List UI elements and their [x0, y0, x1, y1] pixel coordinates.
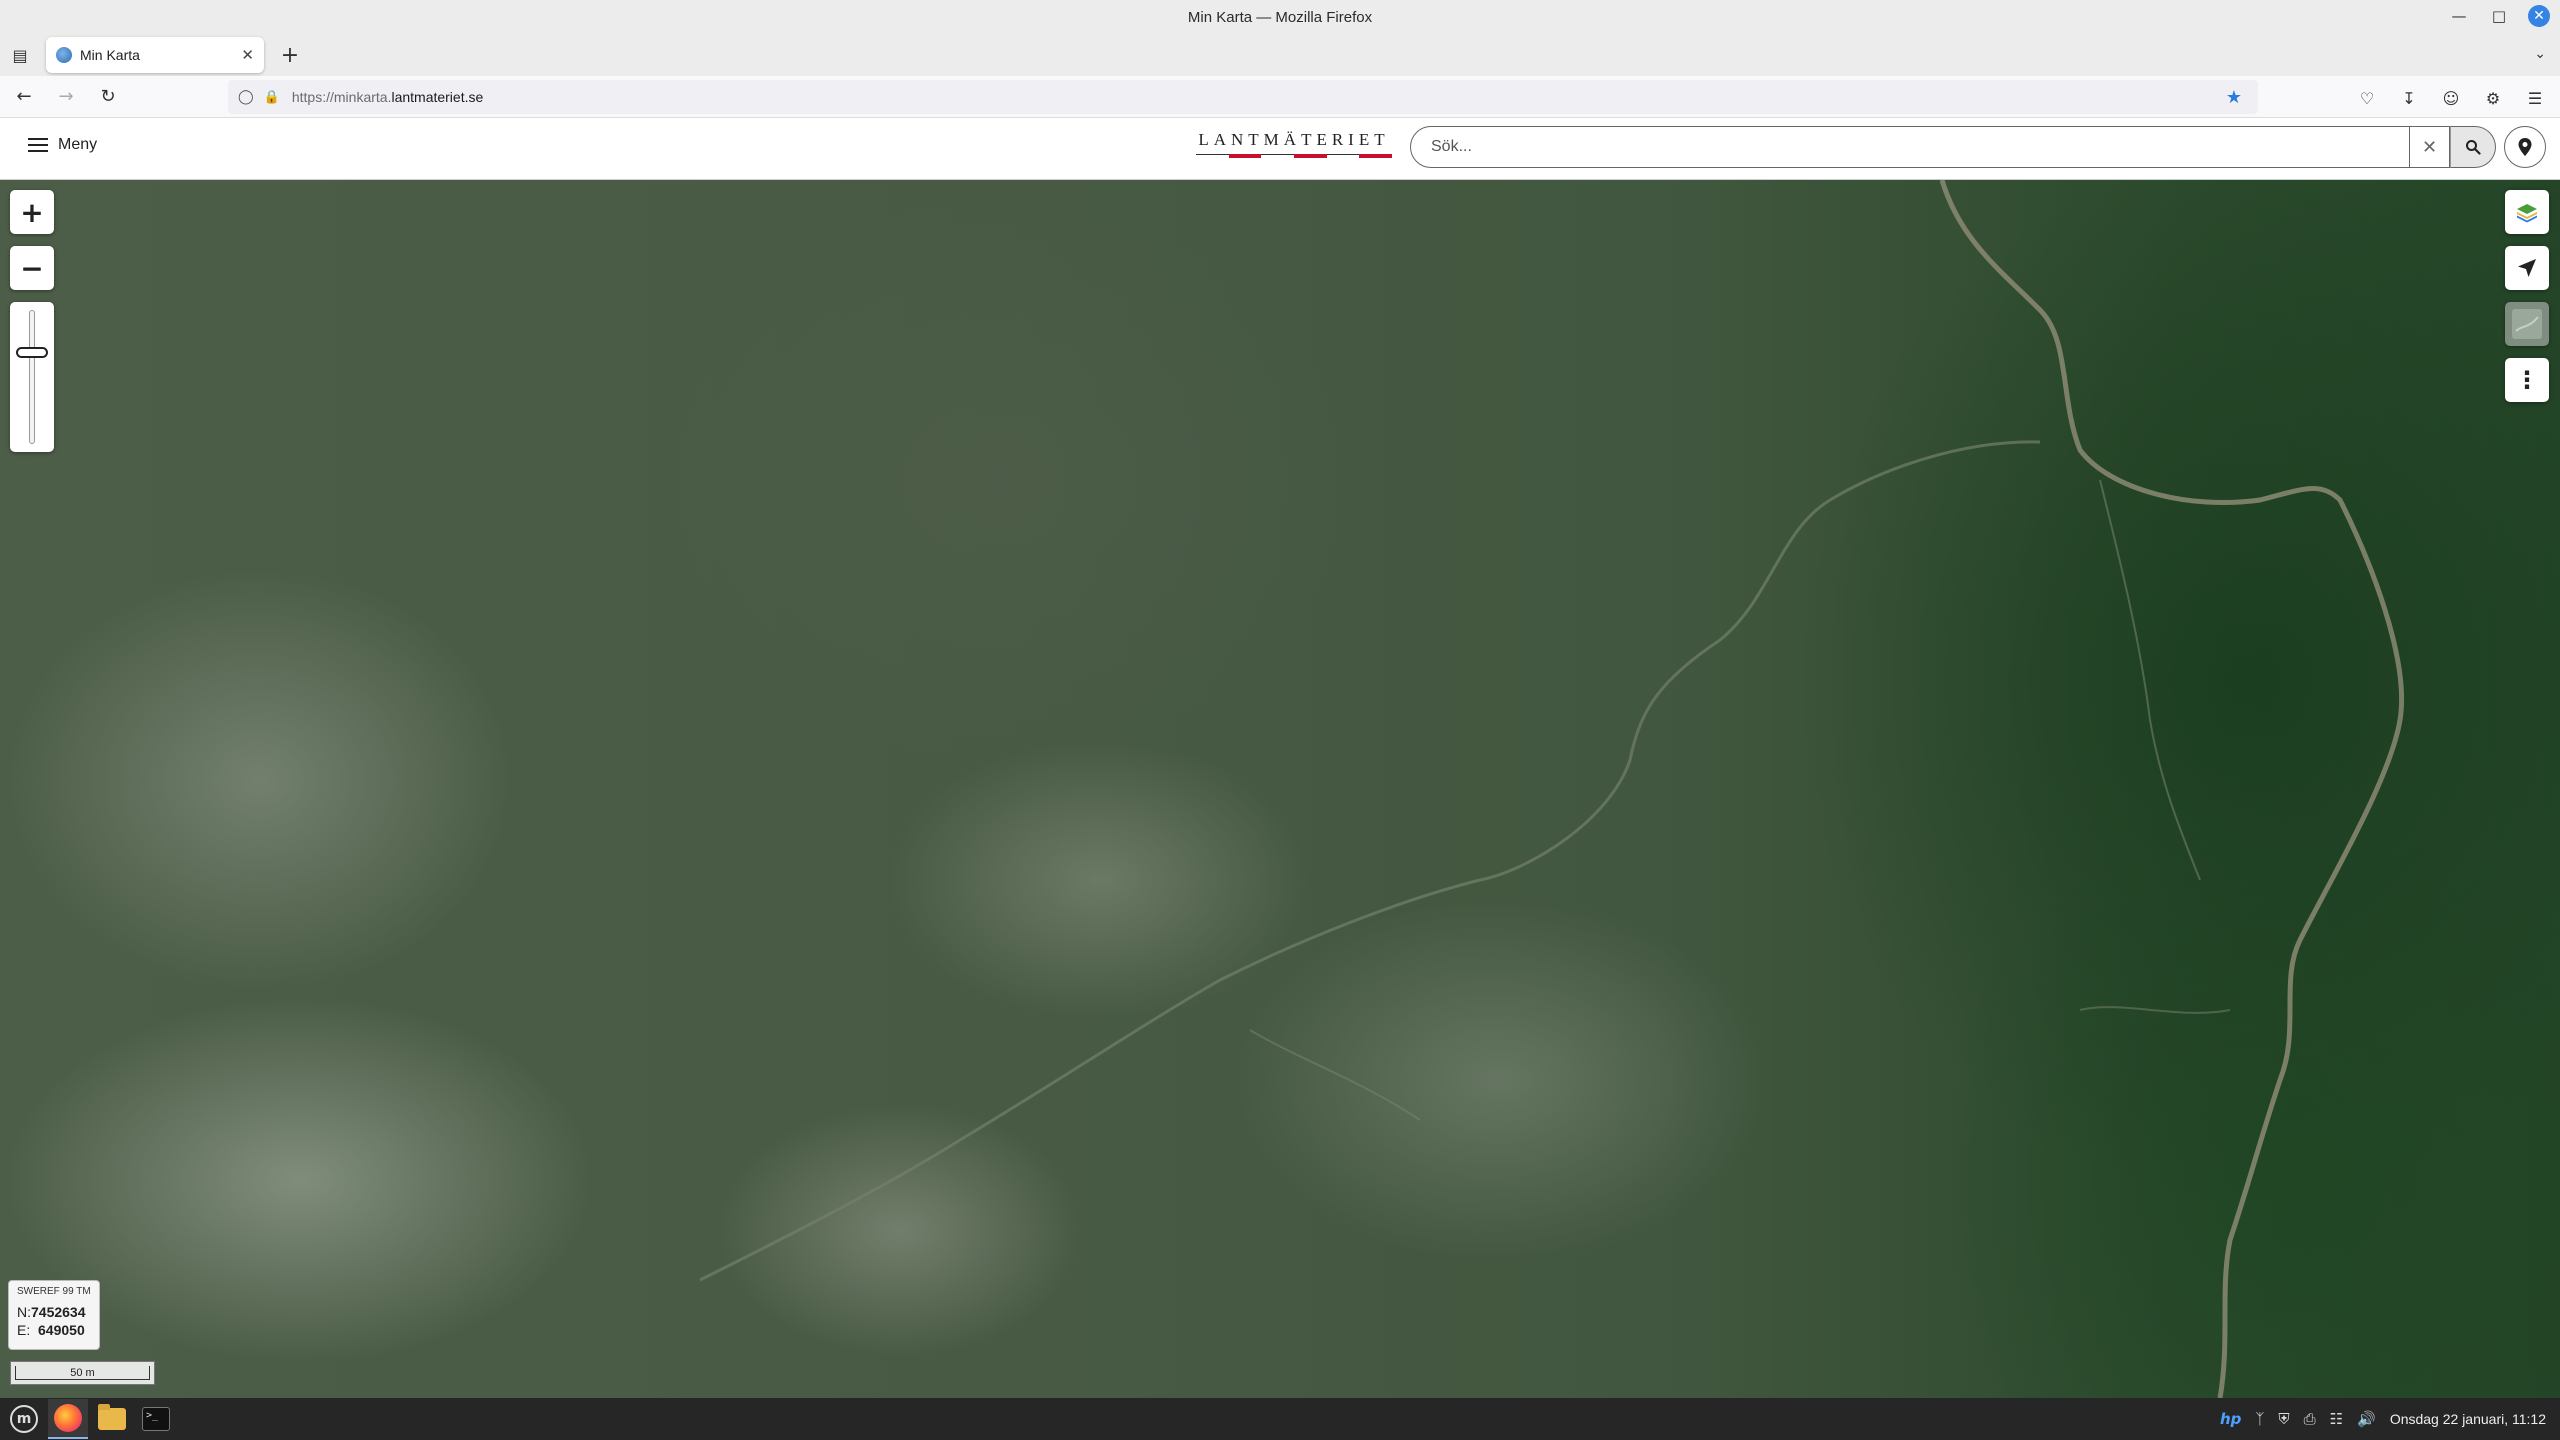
search-input[interactable]	[1431, 138, 2311, 156]
logo-rule	[1196, 154, 1393, 160]
network-icon[interactable]: ☷	[2330, 1410, 2343, 1428]
bluetooth-icon[interactable]: ᛉ	[2255, 1410, 2264, 1428]
system-tray: hp ᛉ ⛨ ⎙ ☷ 🔊 Onsdag 22 januari, 11:12	[2220, 1398, 2546, 1440]
hamburger-icon	[28, 138, 48, 152]
window-title: Min Karta — Mozilla Firefox	[1187, 8, 1373, 26]
url-domain: lantmateriet.se	[391, 89, 484, 105]
tab-min-karta[interactable]: Min Karta ✕	[46, 37, 264, 73]
close-window-icon[interactable]: ✕	[2528, 5, 2550, 27]
location-pin-button[interactable]	[2504, 126, 2546, 168]
volume-icon[interactable]: 🔊	[2357, 1410, 2376, 1428]
taskbar-terminal[interactable]: >_	[136, 1399, 176, 1439]
chevron-down-icon[interactable]: ⌄	[2534, 46, 2546, 62]
window-titlebar: Min Karta — Mozilla Firefox — □ ✕	[0, 0, 2560, 34]
location-pin-icon	[2518, 138, 2532, 156]
download-icon[interactable]: ↧	[2392, 80, 2426, 116]
navigation-arrow-icon	[2518, 259, 2536, 277]
map-thumbnail-icon	[2512, 309, 2542, 339]
crs-label: SWEREF 99 TM	[17, 1286, 91, 1297]
search-button[interactable]	[2450, 126, 2496, 168]
back-arrow-icon[interactable]: ←	[6, 79, 42, 115]
map-canvas[interactable]: + − ⋮ SWEREF 99 TM N:7452634 E: 649050 5…	[0, 180, 2560, 1398]
scale-label: 50 m	[70, 1366, 95, 1379]
menu-label: Meny	[58, 136, 98, 153]
taskbar-firefox[interactable]	[48, 1399, 88, 1439]
north-coordinate: N:7452634	[17, 1304, 86, 1320]
zoom-track	[29, 310, 35, 444]
scale-bar: 50 m	[10, 1361, 155, 1385]
close-tab-icon[interactable]: ✕	[241, 46, 254, 64]
zoom-slider-thumb[interactable]	[16, 346, 48, 358]
mint-logo-icon: m	[10, 1405, 38, 1433]
shield-icon[interactable]: ◯	[238, 89, 254, 105]
firefox-icon	[54, 1404, 82, 1432]
search-box	[1410, 126, 2410, 168]
tab-list-icon[interactable]: ▤	[0, 34, 40, 76]
east-coordinate: E: 649050	[17, 1322, 85, 1338]
clear-search-icon[interactable]: ✕	[2410, 126, 2450, 168]
tab-strip: ▤ Min Karta ✕ + ⌄	[0, 34, 2560, 76]
toolbar-right: ♡ ↧ ☺ ⚙ ☰	[2350, 80, 2552, 116]
folder-icon	[98, 1404, 126, 1430]
terminal-icon: >_	[142, 1407, 170, 1431]
my-position-button[interactable]	[2505, 246, 2549, 290]
hp-icon[interactable]: hp	[2220, 1410, 2241, 1428]
layers-icon	[2517, 204, 2537, 223]
forward-arrow-icon[interactable]: →	[48, 79, 84, 115]
zoom-in-button[interactable]: +	[10, 190, 54, 234]
zoom-slider[interactable]	[10, 302, 54, 452]
taskbar: m >_ hp ᛉ ⛨ ⎙ ☷ 🔊 Onsdag 22 januari, 11:…	[0, 1398, 2560, 1440]
globe-icon	[56, 47, 72, 63]
url-bar[interactable]: ◯ 🔒 https://minkarta.lantmateriet.se ★	[228, 80, 2258, 114]
logo-text: LANTMÄTERIET	[1198, 130, 1390, 149]
maximize-icon[interactable]: □	[2488, 5, 2510, 27]
extensions-icon[interactable]: ⚙	[2476, 80, 2510, 116]
account-icon[interactable]: ☺	[2434, 80, 2468, 116]
shield-tray-icon[interactable]: ⛨	[2278, 1410, 2289, 1428]
tab-title: Min Karta	[80, 47, 140, 63]
url-prefix: https://minkarta.	[291, 89, 392, 105]
reload-icon[interactable]: ↻	[90, 79, 126, 115]
zoom-out-button[interactable]: −	[10, 246, 54, 290]
coordinate-display: SWEREF 99 TM N:7452634 E: 649050	[8, 1280, 100, 1350]
bookmark-star-icon[interactable]: ★	[2226, 87, 2242, 108]
more-options-button[interactable]: ⋮	[2505, 358, 2549, 402]
new-tab-icon[interactable]: +	[272, 37, 308, 73]
window-controls: — □ ✕	[2448, 5, 2550, 27]
printer-icon[interactable]: ⎙	[2304, 1410, 2316, 1428]
start-menu-button[interactable]: m	[4, 1399, 44, 1439]
clock[interactable]: Onsdag 22 januari, 11:12	[2390, 1411, 2546, 1427]
taskbar-files[interactable]	[92, 1399, 132, 1439]
app-header: Meny LANTMÄTERIET ✕	[0, 118, 2560, 180]
background-map-button[interactable]	[2505, 302, 2549, 346]
lantmateriet-logo[interactable]: LANTMÄTERIET	[1196, 130, 1393, 170]
layers-button[interactable]	[2505, 190, 2549, 234]
minimize-icon[interactable]: —	[2448, 5, 2470, 27]
menu-button[interactable]: Meny	[28, 136, 97, 154]
lock-icon[interactable]: 🔒	[264, 90, 280, 105]
search-icon	[2466, 140, 2481, 155]
url-text[interactable]: https://minkarta.lantmateriet.se	[292, 89, 483, 105]
pocket-icon[interactable]: ♡	[2350, 80, 2384, 116]
map-trails	[699, 180, 2405, 1398]
nav-bar: ← → ↻ ◯ 🔒 https://minkarta.lantmateriet.…	[0, 76, 2560, 118]
app-menu-icon[interactable]: ☰	[2518, 80, 2552, 116]
